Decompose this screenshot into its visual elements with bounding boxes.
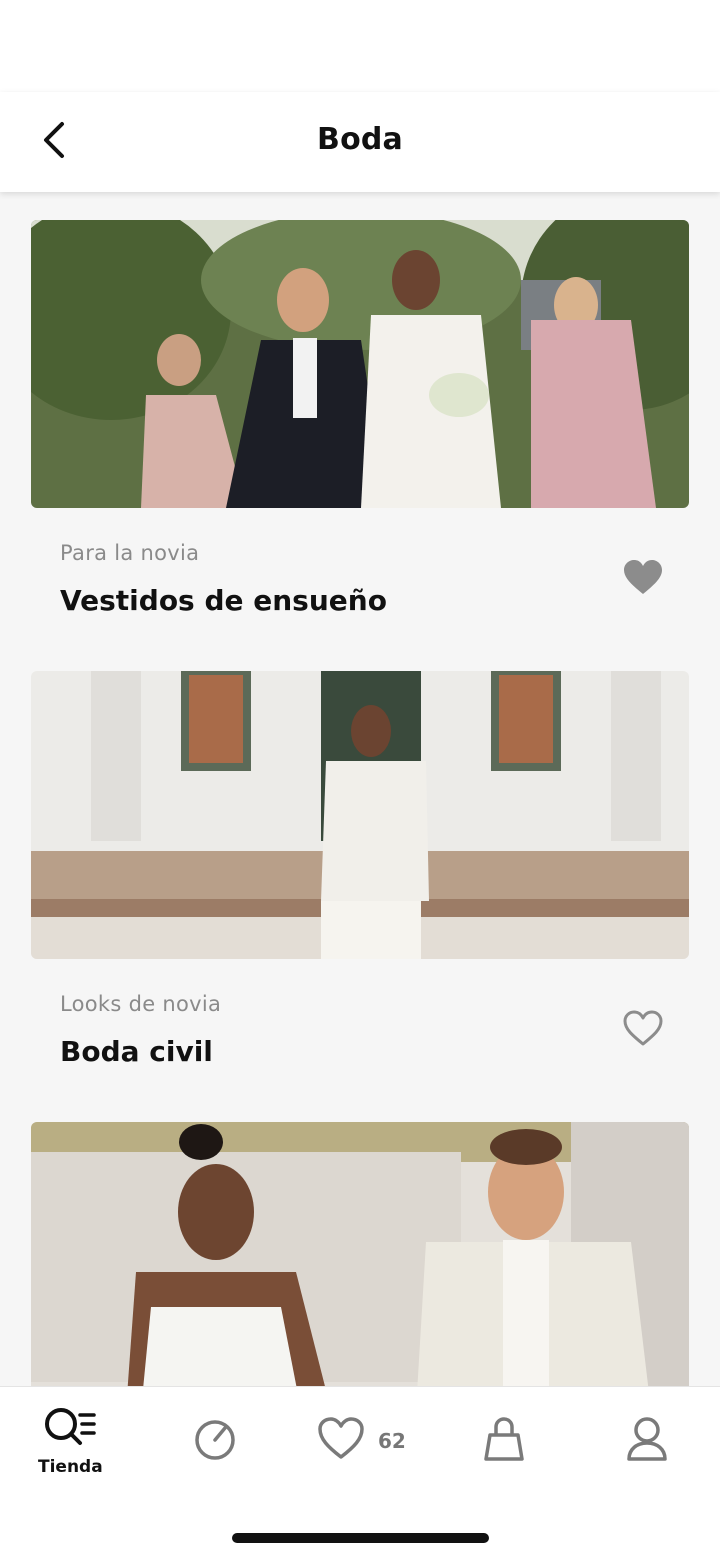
card-image-couple[interactable] (31, 1122, 689, 1386)
nav-tab-discover[interactable] (192, 1417, 238, 1463)
home-indicator (232, 1533, 489, 1543)
card-subtitle: Para la novia (60, 541, 200, 565)
collection-list[interactable]: Para la novia Vestidos de ensueño Looks … (0, 192, 720, 1386)
card-title: Vestidos de ensueño (60, 584, 387, 617)
heart-outline-icon (623, 1010, 663, 1046)
top-app-bar: Boda (0, 92, 720, 192)
profile-icon (627, 1417, 667, 1461)
collection-card-bride-dresses[interactable]: Para la novia Vestidos de ensueño (31, 220, 689, 617)
heart-icon (318, 1417, 364, 1459)
card-image-civil-wedding[interactable] (31, 671, 689, 959)
favorite-button[interactable] (617, 553, 669, 601)
card-subtitle: Looks de novia (60, 992, 222, 1016)
card-title: Boda civil (60, 1035, 213, 1068)
bag-icon (484, 1417, 524, 1461)
discover-icon (195, 1420, 235, 1460)
favorites-count-badge: 62 (378, 1429, 406, 1453)
favorite-button[interactable] (617, 1004, 669, 1052)
card-image-wedding-party[interactable] (31, 220, 689, 508)
collection-card-civil-wedding[interactable]: Looks de novia Boda civil (31, 671, 689, 1068)
collection-card-couple[interactable] (31, 1122, 689, 1386)
nav-tab-bag[interactable] (482, 1415, 526, 1463)
heart-filled-icon (624, 560, 662, 594)
nav-label: Tienda (38, 1457, 103, 1477)
nav-tab-profile[interactable] (624, 1415, 670, 1463)
status-bar (0, 0, 720, 92)
page-title: Boda (317, 122, 403, 157)
nav-tab-tienda[interactable]: Tienda (38, 1405, 103, 1477)
shop-search-icon (45, 1408, 97, 1445)
nav-tab-favorites[interactable] (316, 1415, 366, 1461)
